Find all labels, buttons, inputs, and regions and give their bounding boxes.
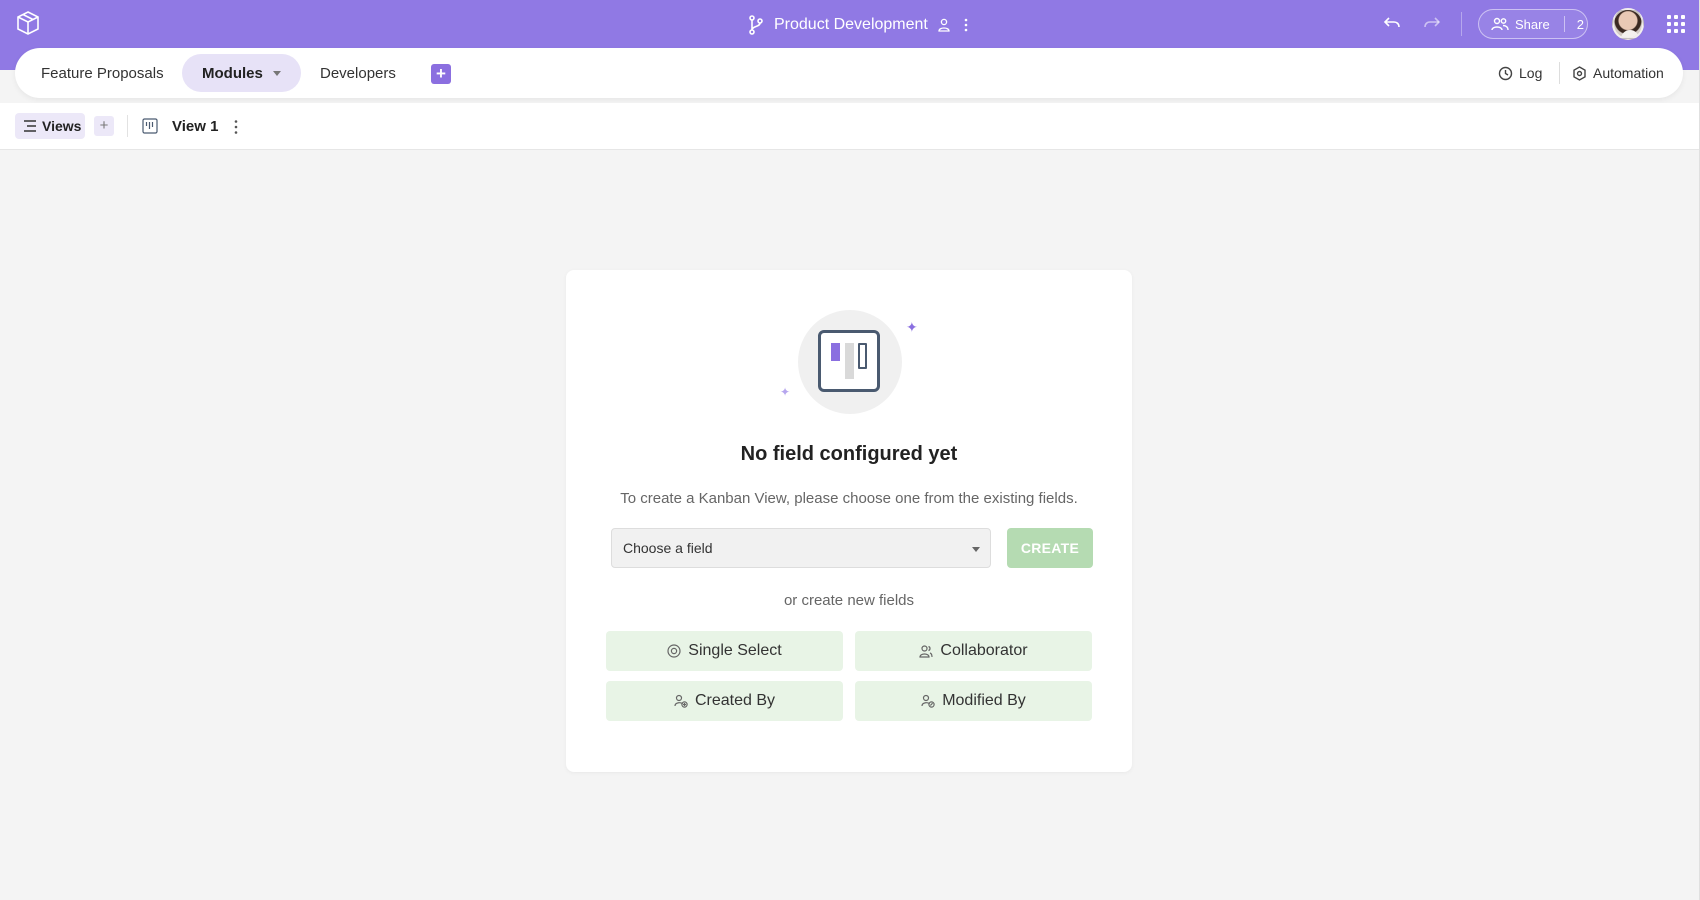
- field-type-label: Created By: [694, 692, 776, 709]
- share-button[interactable]: Share 2: [1478, 9, 1588, 39]
- tab-modules[interactable]: Modules: [182, 54, 301, 92]
- share-label: Share: [1515, 16, 1550, 32]
- single-select-button[interactable]: Single Select: [606, 631, 843, 671]
- or-create-label: or create new fields: [783, 592, 915, 609]
- empty-state-description: To create a Kanban View, please choose o…: [620, 490, 1078, 507]
- sparkle-icon: ✦: [906, 319, 918, 335]
- toolbar-divider: [1559, 62, 1560, 84]
- automation-button[interactable]: Automation: [1572, 60, 1664, 86]
- created-by-icon: [674, 694, 688, 708]
- apps-grid-icon[interactable]: [1667, 15, 1685, 33]
- avatar[interactable]: [1612, 8, 1644, 40]
- log-button[interactable]: Log: [1498, 60, 1542, 86]
- empty-state-title: No field configured yet: [740, 443, 958, 465]
- clock-icon: [1498, 66, 1513, 80]
- base-title[interactable]: Product Development: [774, 16, 928, 34]
- sparkle-icon: ✦: [780, 385, 791, 399]
- kanban-board-icon: [818, 330, 880, 392]
- view-more-icon[interactable]: [234, 119, 238, 135]
- modified-by-icon: [921, 694, 935, 708]
- add-view-button[interactable]: +: [94, 116, 114, 136]
- collaborator-count: 2: [1576, 16, 1584, 32]
- field-type-label: Modified By: [942, 692, 1026, 709]
- choose-field-select[interactable]: Choose a field: [611, 528, 991, 568]
- create-button[interactable]: CREATE: [1007, 528, 1093, 568]
- tab-label: Modules: [202, 64, 263, 82]
- branch-icon: [749, 15, 763, 35]
- add-table-button[interactable]: +: [431, 64, 451, 84]
- kanban-setup-card: ✦ ✦ No field configured yet To create a …: [566, 270, 1132, 772]
- base-title-area: Product Development: [748, 14, 972, 36]
- collaborator-icon[interactable]: [938, 18, 950, 32]
- automation-icon: [1573, 65, 1586, 81]
- current-view-label[interactable]: View 1: [172, 118, 218, 135]
- views-toolbar: Views + View 1: [0, 103, 1700, 150]
- tab-feature-proposals[interactable]: Feature Proposals: [21, 54, 184, 92]
- tab-label: Feature Proposals: [41, 64, 164, 82]
- field-type-label: Collaborator: [940, 642, 1028, 659]
- collaborator-button[interactable]: Collaborator: [855, 631, 1092, 671]
- single-select-icon: [667, 644, 681, 658]
- field-type-label: Single Select: [688, 642, 782, 659]
- share-separator: [1563, 16, 1565, 32]
- select-placeholder: Choose a field: [623, 540, 713, 556]
- more-vertical-icon[interactable]: [960, 18, 972, 32]
- tab-label: Developers: [320, 64, 396, 82]
- kanban-view-icon: [142, 118, 158, 134]
- chevron-down-icon: [972, 547, 980, 552]
- table-tabs-bar: Feature Proposals Modules Developers + L…: [15, 48, 1683, 98]
- share-users-icon: [1491, 17, 1509, 31]
- modified-by-button[interactable]: Modified By: [855, 681, 1092, 721]
- undo-icon[interactable]: [1383, 14, 1401, 32]
- logo-icon[interactable]: [16, 10, 40, 36]
- automation-label: Automation: [1593, 65, 1664, 81]
- views-label: Views: [42, 118, 82, 134]
- views-divider: [127, 115, 128, 137]
- created-by-button[interactable]: Created By: [606, 681, 843, 721]
- kanban-illustration: [798, 310, 902, 414]
- tab-developers[interactable]: Developers: [300, 54, 416, 92]
- chevron-down-icon[interactable]: [272, 70, 281, 76]
- views-toggle-button[interactable]: Views: [15, 113, 85, 139]
- log-label: Log: [1519, 65, 1543, 81]
- redo-icon[interactable]: [1423, 14, 1441, 32]
- header-divider: [1461, 12, 1462, 36]
- collaborator-icon: [919, 645, 934, 658]
- list-icon: [24, 120, 36, 132]
